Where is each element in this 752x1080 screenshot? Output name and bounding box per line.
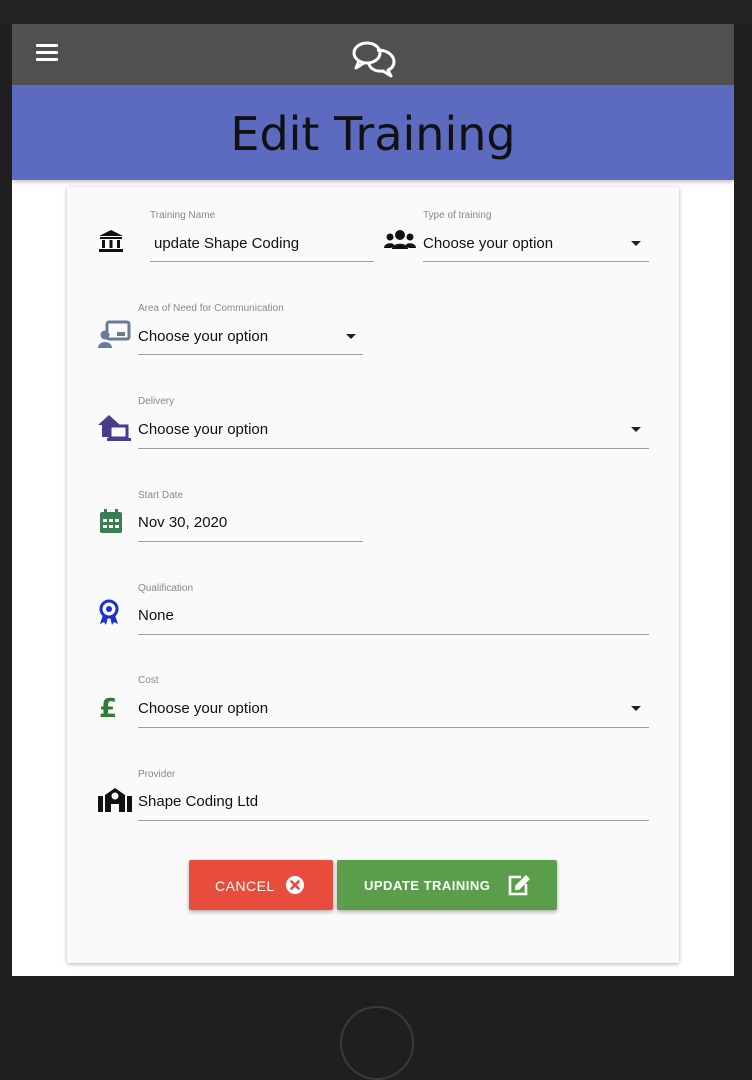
delivery-label: Delivery: [138, 396, 175, 407]
cancel-button[interactable]: CANCEL: [189, 860, 333, 910]
presentation-user-icon: [98, 320, 131, 348]
training-name-input[interactable]: update Shape Coding: [154, 235, 299, 252]
device-home-button: [340, 1006, 414, 1080]
award-ribbon-icon: [99, 599, 119, 625]
area-of-need-caret-icon[interactable]: [346, 334, 356, 339]
edit-training-form: Training Name update Shape Coding Type o…: [67, 187, 679, 963]
training-name-label: Training Name: [150, 210, 216, 221]
times-circle-icon: [286, 876, 304, 894]
provider-underline: [138, 820, 649, 821]
delivery-underline: [138, 448, 649, 449]
qualification-label: Qualification: [138, 583, 194, 594]
page-banner: Edit Training: [12, 85, 734, 180]
page-title: Edit Training: [230, 107, 516, 161]
update-training-button-label: UPDATE TRAINING: [364, 878, 491, 893]
type-of-training-label: Type of training: [423, 210, 492, 221]
pound-sign-icon: £: [99, 694, 117, 721]
provider-label: Provider: [138, 769, 176, 780]
cancel-button-label: CANCEL: [215, 878, 275, 894]
bank-icon: [99, 230, 123, 252]
top-nav-bar: [12, 24, 734, 85]
edit-icon: [508, 875, 530, 896]
users-icon: [384, 230, 416, 249]
type-of-training-caret-icon[interactable]: [631, 241, 641, 246]
area-of-need-select[interactable]: Choose your option: [138, 328, 268, 345]
home-laptop-icon: [98, 415, 131, 441]
type-of-training-select[interactable]: Choose your option: [423, 235, 553, 252]
update-training-button[interactable]: UPDATE TRAINING: [337, 860, 557, 910]
hamburger-menu-icon[interactable]: [36, 44, 58, 62]
qualification-underline: [138, 634, 649, 635]
calendar-icon: [100, 509, 122, 533]
area-of-need-underline: [138, 354, 363, 355]
device-bezel: [0, 0, 752, 24]
chat-bubbles-icon[interactable]: [350, 38, 398, 78]
type-of-training-underline: [423, 261, 649, 262]
delivery-select[interactable]: Choose your option: [138, 421, 268, 438]
provider-input[interactable]: Shape Coding Ltd: [138, 793, 258, 810]
app-screen: Edit Training Training Name update Shape…: [12, 24, 734, 976]
school-icon: [98, 788, 132, 812]
start-date-underline: [138, 541, 363, 542]
cost-underline: [138, 727, 649, 728]
area-of-need-label: Area of Need for Communication: [138, 303, 284, 314]
cost-caret-icon[interactable]: [631, 706, 641, 711]
start-date-input[interactable]: Nov 30, 2020: [138, 514, 227, 531]
delivery-caret-icon[interactable]: [631, 427, 641, 432]
cost-label: Cost: [138, 675, 159, 686]
training-name-underline: [150, 261, 374, 262]
start-date-label: Start Date: [138, 490, 184, 501]
cost-select[interactable]: Choose your option: [138, 700, 268, 717]
svg-text:£: £: [99, 694, 117, 721]
qualification-input[interactable]: None: [138, 607, 174, 624]
